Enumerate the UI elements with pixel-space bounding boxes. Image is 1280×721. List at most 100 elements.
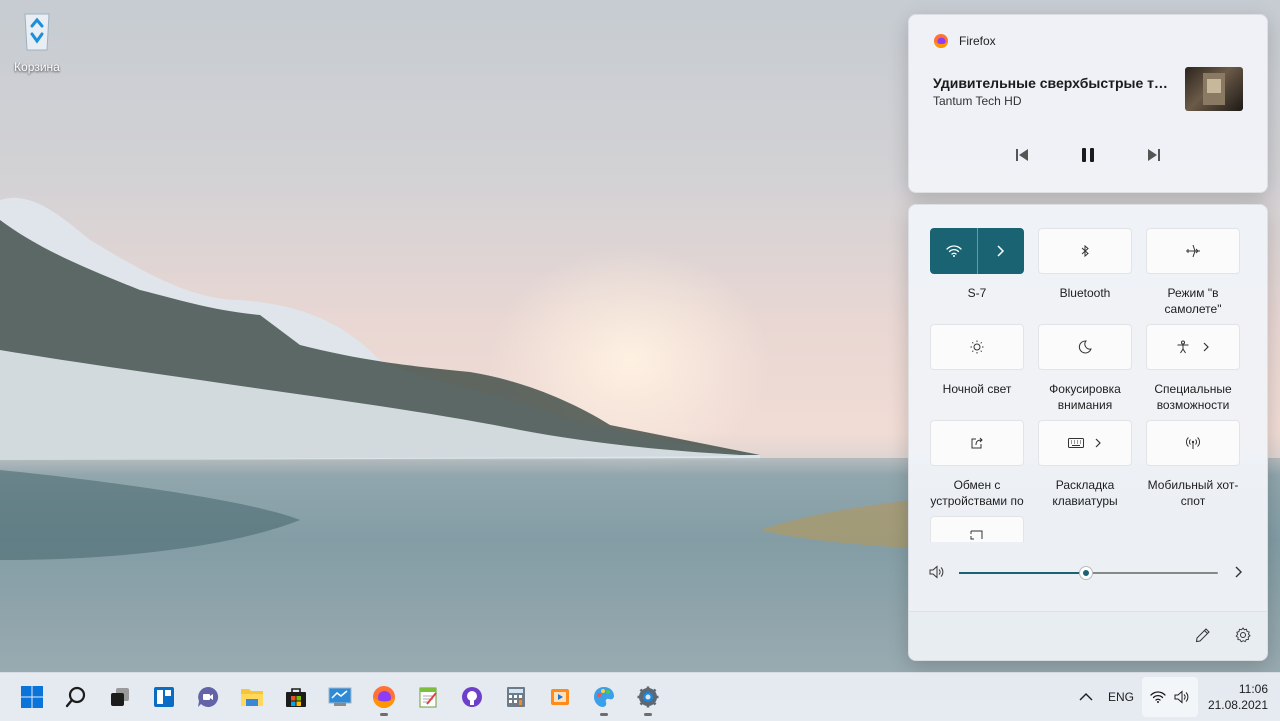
recycle-bin[interactable]: Корзина — [8, 8, 66, 74]
firefox-icon — [373, 686, 395, 708]
accessibility-icon — [1177, 340, 1189, 354]
wifi-tile[interactable] — [930, 228, 1024, 274]
moon-icon — [1078, 340, 1092, 354]
quick-settings-panel: S-7 Bluetooth Режим "в самолете" Ночной … — [908, 204, 1268, 661]
volume-slider-fill — [959, 572, 1086, 574]
running-indicator — [380, 713, 388, 716]
search-button[interactable] — [56, 677, 96, 717]
mobile-hotspot-label: Мобильный хот-спот — [1147, 478, 1239, 508]
store-button[interactable] — [276, 677, 316, 717]
recycle-bin-label: Корзина — [14, 60, 60, 74]
wifi-expand[interactable] — [978, 245, 1023, 257]
previous-track-button[interactable] — [1006, 141, 1038, 169]
clock[interactable]: 11:06 21.08.2021 — [1202, 677, 1276, 717]
bluetooth-label: Bluetooth — [1059, 286, 1111, 300]
cast-icon — [970, 530, 983, 540]
speaker-icon — [1174, 690, 1189, 704]
accessibility-tile[interactable] — [1146, 324, 1240, 370]
media-player-icon — [551, 689, 569, 705]
show-hidden-icons-button[interactable] — [1066, 677, 1106, 717]
network-volume-button[interactable] — [1142, 677, 1198, 717]
widgets-icon — [154, 687, 174, 707]
github-icon — [462, 687, 482, 707]
firefox-icon — [934, 34, 948, 48]
search-icon — [65, 686, 86, 708]
media-thumbnail — [1185, 67, 1243, 111]
file-explorer-button[interactable] — [232, 677, 272, 717]
pause-button[interactable] — [1072, 141, 1104, 169]
media-track-title: Удивительные сверхбыстрые тока... — [933, 75, 1173, 91]
keyboard-icon — [1068, 438, 1084, 448]
control-panel-button[interactable] — [320, 677, 360, 717]
wifi-toggle[interactable] — [931, 244, 977, 258]
chevron-up-icon — [1079, 693, 1093, 701]
previous-track-icon — [1016, 149, 1028, 161]
next-track-button[interactable] — [1138, 141, 1170, 169]
running-indicator — [600, 713, 608, 716]
media-app-row: Firefox — [933, 33, 996, 49]
language-indicator[interactable]: ENG — [1104, 677, 1138, 717]
taskbar: ENG 11:06 21.08.2021 — [0, 672, 1280, 721]
accessibility-label: Специальные возможности — [1154, 382, 1232, 412]
teams-chat-icon — [198, 686, 219, 707]
paint-button[interactable] — [584, 677, 624, 717]
quick-settings-footer — [909, 611, 1267, 660]
recycle-bin-icon — [24, 13, 50, 51]
media-artist: Tantum Tech HD — [933, 94, 1022, 108]
chevron-right-icon — [1095, 438, 1101, 448]
chevron-right-icon — [1203, 342, 1209, 352]
control-panel-icon — [328, 687, 352, 706]
airplane-tile[interactable] — [1146, 228, 1240, 274]
paint-icon — [594, 687, 614, 707]
windows-start-icon — [21, 686, 43, 708]
gear-icon[interactable] — [1235, 627, 1251, 643]
airplane-label: Режим "в самолете" — [1164, 286, 1222, 316]
volume-slider-thumb[interactable] — [1079, 567, 1092, 579]
bluetooth-icon — [1081, 244, 1089, 258]
chevron-right-icon[interactable] — [1233, 566, 1243, 578]
pause-icon — [1082, 148, 1094, 162]
calculator-icon — [507, 687, 525, 707]
volume-slider[interactable] — [959, 567, 1218, 579]
hotspot-icon — [1186, 437, 1200, 449]
next-track-icon — [1148, 149, 1160, 161]
clock-date: 21.08.2021 — [1207, 698, 1268, 712]
brightness-icon — [970, 340, 984, 354]
wifi-icon — [946, 245, 962, 257]
running-indicator — [644, 713, 652, 716]
chevron-right-icon — [997, 245, 1005, 257]
focus-assist-tile[interactable] — [1038, 324, 1132, 370]
nearby-sharing-tile[interactable] — [930, 420, 1024, 466]
settings-button[interactable] — [628, 677, 668, 717]
keyboard-layout-tile[interactable] — [1038, 420, 1132, 466]
airplane-icon — [1186, 244, 1200, 258]
pencil-icon[interactable] — [1195, 627, 1211, 643]
night-light-label: Ночной свет — [942, 382, 1012, 396]
store-icon — [286, 688, 306, 707]
speaker-icon[interactable] — [929, 565, 945, 579]
nearby-sharing-label: Обмен с устройствами по — [930, 478, 1024, 508]
keyboard-layout-label: Раскладка клавиатуры — [1052, 478, 1118, 508]
volume-row — [929, 561, 1247, 585]
widgets-button[interactable] — [144, 677, 184, 717]
media-player-button[interactable] — [540, 677, 580, 717]
wifi-icon — [1150, 691, 1166, 703]
firefox-button[interactable] — [364, 677, 404, 717]
share-icon — [971, 437, 983, 449]
start-button[interactable] — [12, 677, 52, 717]
media-app-name: Firefox — [959, 34, 996, 48]
chat-button[interactable] — [188, 677, 228, 717]
file-explorer-icon — [241, 689, 263, 706]
clock-time: 11:06 — [1238, 682, 1268, 696]
task-view-icon — [111, 688, 129, 706]
calculator-button[interactable] — [496, 677, 536, 717]
cast-tile[interactable] — [930, 516, 1024, 542]
media-flyout: Firefox Удивительные сверхбыстрые тока..… — [908, 14, 1268, 193]
github-button[interactable] — [452, 677, 492, 717]
mobile-hotspot-tile[interactable] — [1146, 420, 1240, 466]
focus-assist-label: Фокусировка внимания — [1049, 382, 1121, 412]
task-view-button[interactable] — [100, 677, 140, 717]
notepad-button[interactable] — [408, 677, 448, 717]
night-light-tile[interactable] — [930, 324, 1024, 370]
bluetooth-tile[interactable] — [1038, 228, 1132, 274]
